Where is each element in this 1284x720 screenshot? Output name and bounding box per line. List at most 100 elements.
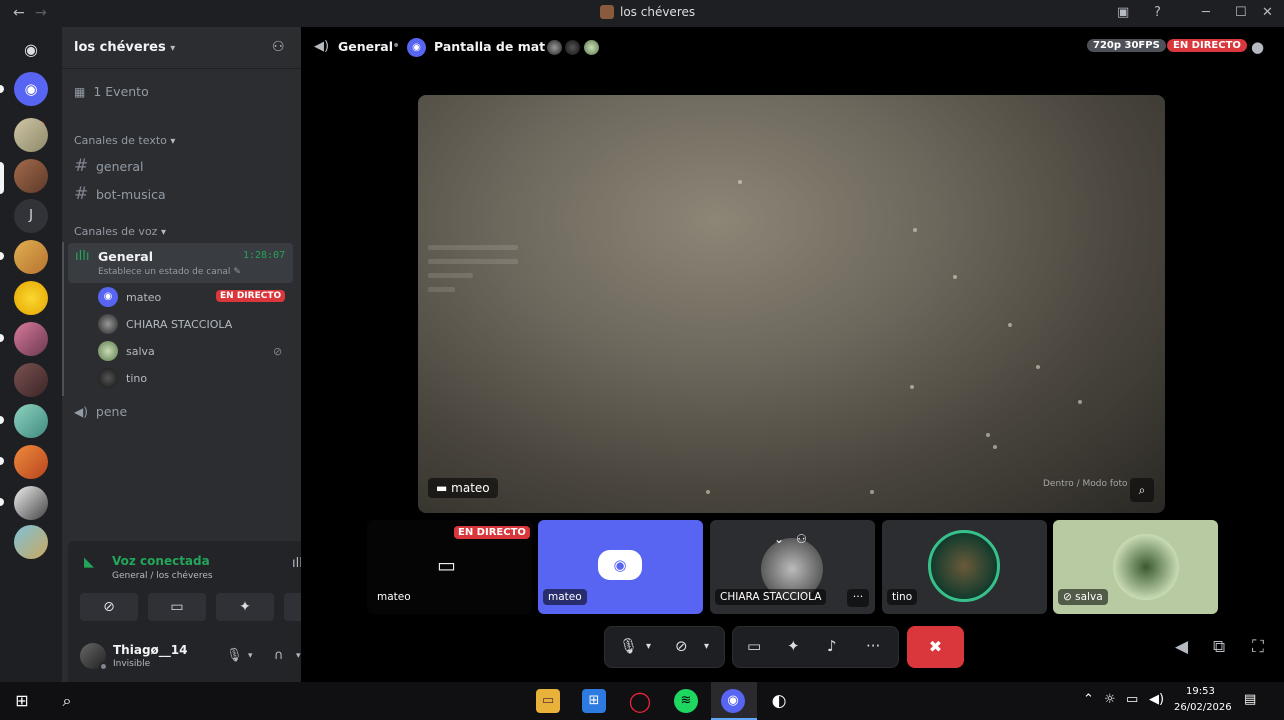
help-icon[interactable]: ? <box>1154 5 1161 20</box>
voice-user-salva[interactable]: salva <box>98 341 155 361</box>
file-explorer-icon[interactable]: ▭ <box>536 689 560 713</box>
screen-share-button[interactable]: ▭ <box>148 593 206 621</box>
more-options-icon[interactable]: ··· <box>866 637 880 655</box>
channel-status-hint[interactable]: Establece un estado de canal ✎ <box>98 267 241 277</box>
user-name[interactable]: Thiagø__14 <box>113 643 187 657</box>
server-icon-goose[interactable] <box>14 118 48 152</box>
server-icon-sketch[interactable] <box>14 486 48 520</box>
chevron-down-icon[interactable]: ▾ <box>704 641 709 652</box>
server-header[interactable]: los chéveres ▾ ⚇ <box>62 27 301 69</box>
live-badge: EN DIRECTO <box>454 526 530 539</box>
activities-button[interactable]: ✦ <box>216 593 274 621</box>
more-options-icon[interactable]: ··· <box>847 589 869 607</box>
viewer-avatar[interactable] <box>545 38 564 57</box>
server-icon-sunglasses[interactable] <box>14 281 48 315</box>
participant-tile-mateo[interactable]: ◉ mateo <box>538 520 703 614</box>
invite-member-icon[interactable]: ⚇ <box>272 39 285 55</box>
headphones-icon[interactable]: ∩ <box>274 648 284 663</box>
inbox-icon[interactable]: ▣ <box>1117 5 1129 20</box>
network-icon[interactable]: ▭ <box>1126 692 1138 707</box>
popout-icon[interactable]: ⧉ <box>1213 637 1225 657</box>
close-window-icon[interactable]: ✕ <box>1262 5 1273 20</box>
back-arrow-icon[interactable]: ← <box>13 5 25 21</box>
chevron-down-icon[interactable]: ▾ <box>248 651 253 661</box>
server-icon-squidward[interactable] <box>14 404 48 438</box>
hashtag-icon: # <box>74 184 89 204</box>
voice-user-chiara[interactable]: CHIARA STACCIOLA <box>98 314 232 334</box>
channel-bot-musica[interactable]: # bot-musica <box>74 184 166 204</box>
maximize-icon[interactable]: ☐ <box>1235 5 1247 20</box>
discord-taskbar-icon[interactable]: ◉ <box>721 689 745 713</box>
microphone-icon[interactable]: 🎙 <box>226 648 243 663</box>
soundboard-icon[interactable]: ♪ <box>827 637 837 655</box>
events-row[interactable]: ▦ 1 Evento <box>74 84 149 99</box>
server-name[interactable]: los chéveres ▾ <box>74 40 175 55</box>
chevron-down-icon: ▾ <box>160 227 166 238</box>
chevron-down-icon: ▾ <box>170 43 176 54</box>
participant-tile-tino[interactable]: tino <box>882 520 1047 614</box>
clock-time[interactable]: 19:53 <box>1186 686 1215 697</box>
fullscreen-icon[interactable]: ⛶ <box>1252 637 1264 657</box>
voice-user-tino[interactable]: tino <box>98 368 147 388</box>
chevron-down-icon[interactable]: ▾ <box>296 651 301 661</box>
server-icon-los-cheveres[interactable] <box>14 159 48 193</box>
server-icon-girl[interactable] <box>14 322 48 356</box>
leave-call-button[interactable]: ✖ <box>907 626 964 668</box>
steam-icon[interactable]: ◐ <box>767 689 791 713</box>
clock-date[interactable]: 26/02/2026 <box>1174 702 1232 713</box>
chevron-down-icon[interactable]: ⌄ <box>774 532 784 546</box>
screen-share-icon[interactable]: ▭ <box>747 637 761 655</box>
stage-header: ◀) General • ◉ Pantalla de mateo 720p 30… <box>301 27 1284 67</box>
text-category[interactable]: Canales de texto ▾ <box>74 134 175 147</box>
server-icon-face[interactable] <box>14 363 48 397</box>
activities-icon[interactable]: ✦ <box>787 637 800 655</box>
members-icon[interactable]: ⚇ <box>796 532 807 546</box>
speaker-tray-icon[interactable]: ◀) <box>1149 692 1164 707</box>
camera-off-icon[interactable]: ⊘ <box>675 637 688 655</box>
unread-pip <box>0 498 4 506</box>
participant-tile-mateo-stream[interactable]: ▭ EN DIRECTO mateo <box>367 520 532 614</box>
windows-start-icon[interactable]: ⊞ <box>10 689 34 713</box>
brightness-icon[interactable]: ☼ <box>1104 692 1116 707</box>
discord-home-icon[interactable]: ◉ <box>14 33 48 67</box>
voice-channel-general[interactable]: ıllı General Establece un estado de cana… <box>68 243 293 283</box>
tile-name: CHIARA STACCIOLA <box>715 589 827 605</box>
minimize-icon[interactable]: ─ <box>1202 5 1210 20</box>
muted-mic-icon: ⊘ <box>273 345 283 358</box>
voice-category[interactable]: Canales de voz ▾ <box>74 225 166 238</box>
spotify-icon[interactable]: ≋ <box>674 689 698 713</box>
channel-general[interactable]: # general <box>74 156 144 176</box>
server-icon-landscape[interactable] <box>14 525 48 559</box>
server-icon-cartoon[interactable] <box>14 240 48 274</box>
status-indicator <box>99 662 108 671</box>
participant-tile-salva[interactable]: ⊘ salva <box>1053 520 1218 614</box>
server-icon-fox[interactable] <box>14 445 48 479</box>
viewer-avatar[interactable] <box>582 38 601 57</box>
channel-label: general <box>96 158 144 174</box>
signal-icon[interactable]: ◣ <box>84 555 94 570</box>
forward-arrow-icon[interactable]: → <box>35 5 47 21</box>
search-icon[interactable]: ⌕ <box>55 689 79 713</box>
chevron-down-icon[interactable]: ▾ <box>646 641 651 652</box>
discord-logo-icon: ◉ <box>407 38 426 57</box>
speaker-icon: ◀) <box>74 404 88 419</box>
chat-bubble-icon[interactable]: ● <box>1251 38 1264 56</box>
chevron-down-icon: ▾ <box>170 136 176 147</box>
microphone-icon[interactable]: 🎙 <box>619 637 638 655</box>
viewer-avatar[interactable] <box>563 38 582 57</box>
voice-connected-subtitle[interactable]: General / los chéveres <box>112 571 213 581</box>
notifications-icon[interactable]: ▤ <box>1244 692 1256 707</box>
camera-off-button[interactable]: ⊘ <box>80 593 138 621</box>
main-stream-video[interactable]: ▬ mateo Dentro / Modo foto ⌕ <box>418 95 1165 513</box>
server-icon-j[interactable]: J <box>14 199 48 233</box>
opera-icon[interactable]: ◯ <box>628 689 652 713</box>
direct-messages-icon[interactable]: ◉ <box>14 72 48 106</box>
zoom-icon[interactable]: ⌕ <box>1130 478 1154 502</box>
voice-channel-pene[interactable]: ◀) pene <box>74 404 127 419</box>
participant-tile-chiara[interactable]: ⌄ ⚇ CHIARA STACCIOLA ··· <box>710 520 875 614</box>
microsoft-store-icon[interactable]: ⊞ <box>582 689 606 713</box>
voice-user-mateo[interactable]: ◉ mateo <box>98 287 161 307</box>
chevron-up-icon[interactable]: ⌃ <box>1083 692 1094 707</box>
volume-icon[interactable]: ◀ <box>1175 637 1188 657</box>
server-icon <box>600 5 614 19</box>
